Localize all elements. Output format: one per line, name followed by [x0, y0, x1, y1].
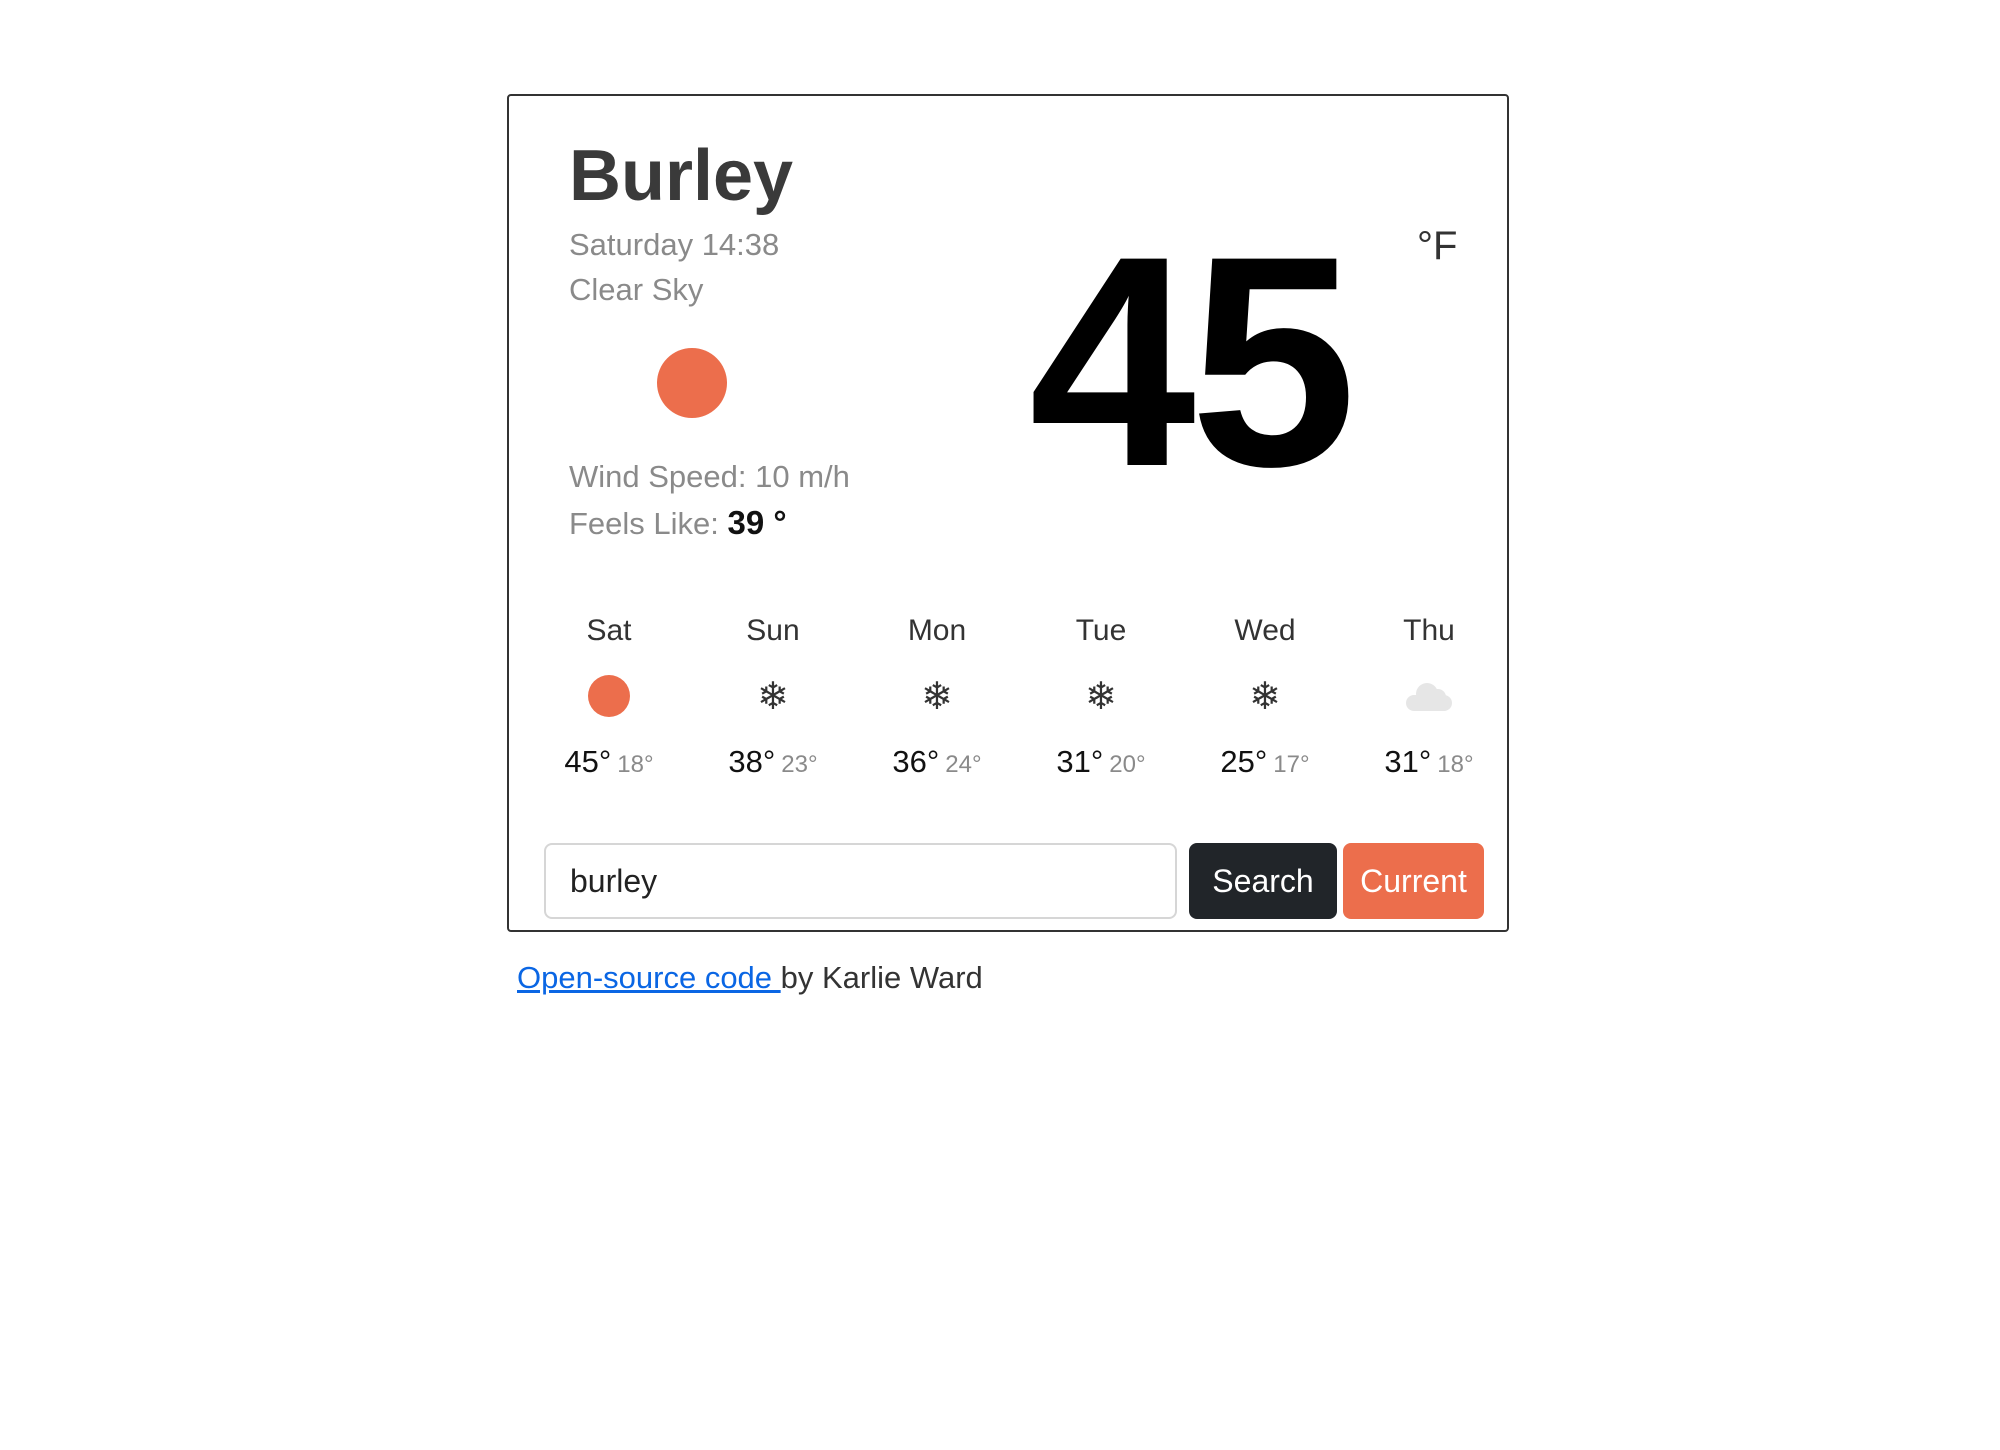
forecast-min: 18°	[617, 751, 654, 778]
forecast-day-name: Mon	[907, 614, 967, 647]
forecast-temps: 45° 18°	[527, 746, 691, 777]
current-location-button[interactable]: Current	[1343, 843, 1484, 919]
forecast-day: Thu 31° 18°	[1347, 616, 1511, 796]
snowflake-icon: ❄	[1249, 674, 1281, 718]
forecast-temps: 25° 17°	[1183, 746, 1347, 777]
forecast-day: Mon ❄ 36° 24°	[855, 616, 1019, 796]
forecast-min: 24°	[945, 751, 982, 778]
feels-like: Feels Like: 39 °	[569, 506, 787, 539]
snowflake-icon: ❄	[921, 674, 953, 718]
wind-value: 10 m/h	[755, 459, 850, 494]
forecast-max: 31°	[1384, 744, 1432, 779]
temperature-unit: °F	[1417, 224, 1458, 268]
forecast-day-name: Wed	[1234, 614, 1296, 647]
date-time: Saturday 14:38	[569, 227, 780, 262]
forecast-min: 23°	[781, 751, 818, 778]
forecast-min: 18°	[1437, 751, 1474, 778]
forecast-max: 36°	[892, 744, 940, 779]
city-search-input[interactable]	[544, 843, 1177, 919]
sun-icon	[584, 671, 634, 721]
forecast-min: 17°	[1273, 751, 1310, 778]
weather-description: Clear Sky	[569, 272, 704, 307]
forecast-day: Sat 45° 18°	[527, 616, 691, 796]
forecast-day-name: Tue	[1075, 614, 1127, 647]
feels-label: Feels Like:	[569, 506, 728, 541]
footer-author: by Karlie Ward	[780, 960, 983, 995]
forecast-day-name: Sat	[586, 614, 632, 647]
wind-label: Wind Speed:	[569, 459, 756, 494]
footer: Open-source code by Karlie Ward	[517, 962, 983, 993]
forecast-max: 31°	[1056, 744, 1104, 779]
forecast-day: Wed ❄ 25° 17°	[1183, 616, 1347, 796]
forecast-day-name: Thu	[1403, 614, 1455, 647]
forecast-temps: 31° 20°	[1019, 746, 1183, 777]
sun-icon	[657, 348, 727, 418]
open-source-link[interactable]: Open-source code	[517, 960, 781, 995]
forecast-max: 45°	[564, 744, 612, 779]
forecast-temps: 31° 18°	[1347, 746, 1511, 777]
forecast-day-name: Sun	[746, 614, 800, 647]
forecast-temps: 36° 24°	[855, 746, 1019, 777]
forecast-min: 20°	[1109, 751, 1146, 778]
feels-value: 39 °	[727, 504, 787, 541]
forecast-day: Tue ❄ 31° 20°	[1019, 616, 1183, 796]
current-temperature: 45	[1029, 193, 1357, 529]
cloud-icon	[1404, 671, 1454, 721]
wind-speed: Wind Speed: 10 m/h	[569, 461, 850, 492]
forecast-max: 25°	[1220, 744, 1268, 779]
search-button[interactable]: Search	[1189, 843, 1337, 919]
forecast-max: 38°	[728, 744, 776, 779]
forecast-temps: 38° 23°	[691, 746, 855, 777]
city-name: Burley	[569, 136, 794, 216]
snowflake-icon: ❄	[1085, 674, 1117, 718]
weather-app-card: Burley Saturday 14:38 Clear Sky Wind Spe…	[507, 94, 1509, 932]
forecast-row: Sat 45° 18° Sun ❄ 38° 23° Mon ❄ 36° 24° Tue…	[527, 616, 1507, 796]
forecast-day: Sun ❄ 38° 23°	[691, 616, 855, 796]
snowflake-icon: ❄	[757, 674, 789, 718]
